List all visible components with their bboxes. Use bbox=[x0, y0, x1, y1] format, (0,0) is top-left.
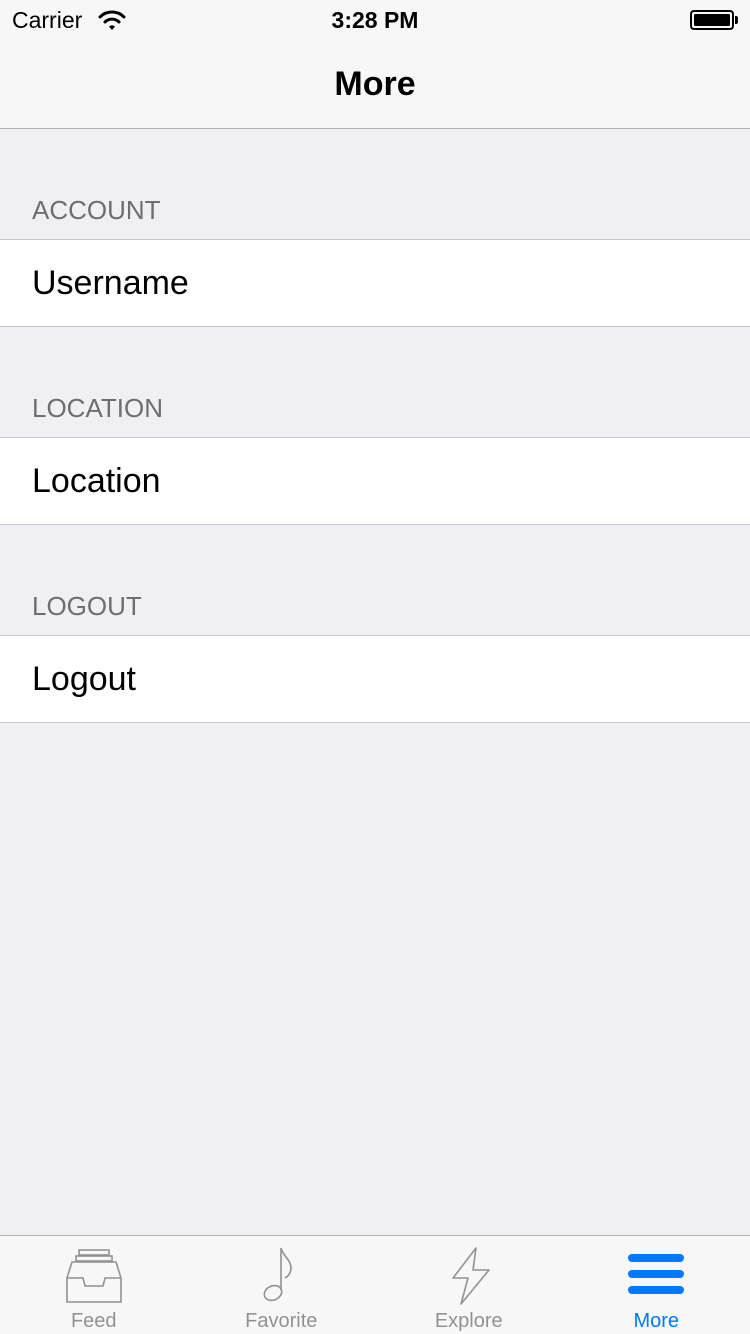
more-screen: Carrier 3:28 PM More ACCOUNT Username LO… bbox=[0, 0, 750, 1334]
section-header-label: LOCATION bbox=[32, 393, 163, 423]
tab-label: Explore bbox=[434, 1310, 503, 1332]
tab-explore[interactable]: Explore bbox=[375, 1236, 563, 1334]
cell-label: Username bbox=[32, 264, 189, 302]
section-header-label: LOGOUT bbox=[32, 591, 142, 621]
section-header-logout: LOGOUT bbox=[0, 525, 750, 635]
section-header-location: LOCATION bbox=[0, 327, 750, 437]
tab-label: Favorite bbox=[245, 1310, 318, 1332]
tab-bar: Feed Favorite Explore More bbox=[0, 1235, 750, 1334]
cell-label: Logout bbox=[32, 660, 136, 698]
lightning-bolt-icon bbox=[451, 1247, 490, 1305]
section-header-account: ACCOUNT bbox=[0, 129, 750, 239]
status-time: 3:28 PM bbox=[331, 7, 419, 33]
music-note-icon bbox=[263, 1247, 293, 1302]
navigation-bar: Carrier 3:28 PM More bbox=[0, 0, 750, 129]
section-header-label: ACCOUNT bbox=[32, 195, 161, 225]
settings-table: ACCOUNT Username LOCATION Location LOGOU… bbox=[0, 129, 750, 723]
cell-label: Location bbox=[32, 462, 161, 500]
status-bar: Carrier 3:28 PM bbox=[0, 0, 750, 40]
logout-cell[interactable]: Logout bbox=[0, 635, 750, 723]
username-cell[interactable]: Username bbox=[0, 239, 750, 327]
tab-label: Feed bbox=[70, 1310, 117, 1332]
menu-bars-icon bbox=[628, 1254, 685, 1294]
location-cell[interactable]: Location bbox=[0, 437, 750, 525]
tab-favorite[interactable]: Favorite bbox=[188, 1236, 376, 1334]
battery-icon bbox=[690, 10, 738, 30]
tab-label: More bbox=[633, 1310, 680, 1332]
page-title: More bbox=[334, 65, 416, 103]
tab-more[interactable]: More bbox=[563, 1236, 750, 1334]
inbox-tray-icon bbox=[65, 1249, 122, 1303]
tab-feed[interactable]: Feed bbox=[0, 1236, 188, 1334]
